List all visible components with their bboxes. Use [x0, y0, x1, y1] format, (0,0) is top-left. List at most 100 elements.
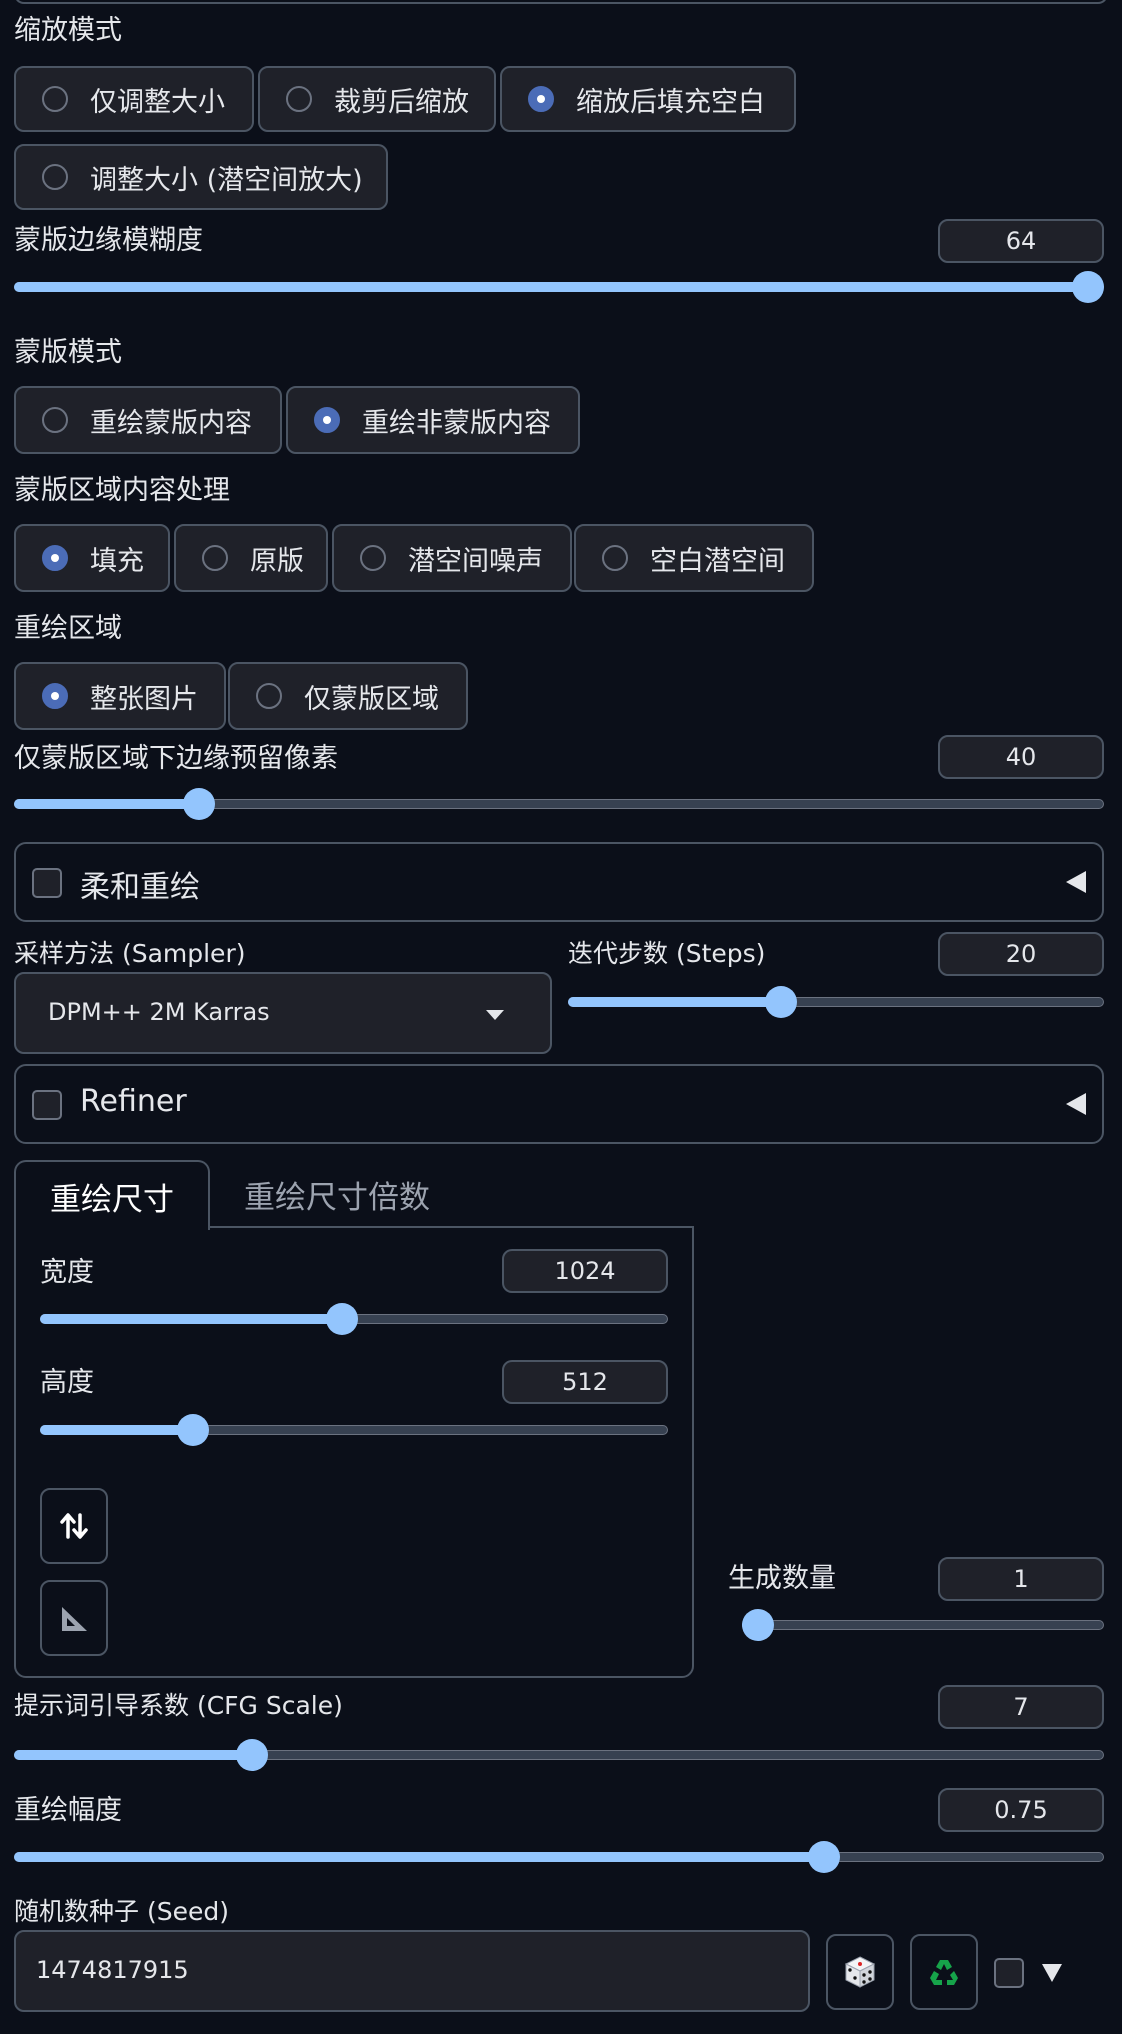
height-label: 高度: [40, 1367, 94, 1398]
slider-thumb[interactable]: [326, 1303, 359, 1335]
height-number[interactable]: 512: [502, 1360, 668, 1404]
slider-thumb[interactable]: [183, 788, 216, 820]
seed-label: 随机数种子 (Seed): [14, 1897, 229, 1926]
radio-whole-picture[interactable]: 整张图片: [14, 662, 226, 730]
slider-thumb[interactable]: [742, 1609, 774, 1641]
swap-dimensions-button[interactable]: [40, 1488, 108, 1564]
inpaint-area-label: 重绘区域: [14, 613, 122, 644]
tab-resize-to[interactable]: 重绘尺寸: [14, 1160, 210, 1230]
radio-circle: [286, 86, 312, 112]
radio-label: 原版: [250, 545, 304, 577]
radio-latent-upscale[interactable]: 调整大小 (潜空间放大): [14, 144, 388, 210]
extra-seed-checkbox[interactable]: [994, 1958, 1024, 1988]
slider-fill: [14, 1852, 824, 1862]
radio-label: 仅蒙版区域: [304, 683, 439, 715]
radio-latent-noise[interactable]: 潜空间噪声: [332, 524, 572, 592]
cfg-scale-number[interactable]: 7: [938, 1685, 1104, 1729]
cfg-scale-slider[interactable]: [14, 1736, 1104, 1776]
radio-label: 潜空间噪声: [408, 545, 543, 577]
padding-slider[interactable]: [14, 785, 1104, 825]
dice-icon: [844, 1956, 876, 1988]
refiner-title: Refiner: [80, 1084, 187, 1119]
slider-fill: [568, 997, 781, 1007]
radio-just-resize[interactable]: 仅调整大小: [14, 66, 254, 132]
radio-inpaint-masked[interactable]: 重绘蒙版内容: [14, 386, 282, 454]
width-slider[interactable]: [40, 1300, 668, 1340]
refiner-accordion[interactable]: Refiner: [14, 1064, 1104, 1144]
random-seed-button[interactable]: [826, 1934, 894, 2010]
slider-fill: [40, 1425, 194, 1435]
radio-crop-and-resize[interactable]: 裁剪后缩放: [258, 66, 496, 132]
radio-label: 空白潜空间: [650, 545, 785, 577]
denoising-slider[interactable]: [14, 1838, 1104, 1878]
radio-label: 整张图片: [90, 683, 198, 715]
radio-label: 重绘蒙版内容: [90, 407, 252, 439]
caret-left-icon[interactable]: [1066, 871, 1086, 893]
radio-circle: [256, 683, 282, 709]
radio-inpaint-not-masked[interactable]: 重绘非蒙版内容: [286, 386, 580, 454]
radio-circle-selected: [42, 545, 68, 571]
width-number[interactable]: 1024: [502, 1249, 668, 1293]
radio-resize-and-fill[interactable]: 缩放后填充空白: [500, 66, 796, 132]
slider-fill: [14, 799, 200, 809]
slider-thumb[interactable]: [807, 1841, 840, 1873]
slider-thumb[interactable]: [1072, 271, 1104, 303]
width-label: 宽度: [40, 1257, 94, 1288]
size-tab-panel: [14, 1226, 694, 1678]
mask-blur-number[interactable]: 64: [938, 219, 1104, 263]
radio-only-masked[interactable]: 仅蒙版区域: [228, 662, 468, 730]
mask-mode-label: 蒙版模式: [14, 337, 122, 368]
padding-label: 仅蒙版区域下边缘预留像素: [14, 743, 338, 774]
radio-circle: [602, 545, 628, 571]
radio-circle-selected: [314, 407, 340, 433]
radio-original[interactable]: 原版: [174, 524, 328, 592]
denoising-label: 重绘幅度: [14, 1795, 122, 1826]
radio-circle-selected: [42, 683, 68, 709]
radio-fill[interactable]: 填充: [14, 524, 170, 592]
steps-number[interactable]: 20: [938, 932, 1104, 976]
mask-blur-slider[interactable]: [14, 268, 1104, 308]
denoising-number[interactable]: 0.75: [938, 1788, 1104, 1832]
radio-circle: [202, 545, 228, 571]
slider-thumb[interactable]: [236, 1739, 269, 1771]
resize-mode-label: 缩放模式: [14, 15, 122, 46]
radio-circle: [360, 545, 386, 571]
cfg-scale-label: 提示词引导系数 (CFG Scale): [14, 1691, 343, 1720]
radio-circle: [42, 86, 68, 112]
batch-count-number[interactable]: 1: [938, 1557, 1104, 1601]
recycle-icon: [930, 1960, 958, 1985]
sampler-label: 采样方法 (Sampler): [14, 939, 246, 968]
radio-latent-nothing[interactable]: 空白潜空间: [574, 524, 814, 592]
soft-inpaint-checkbox[interactable]: [32, 868, 62, 898]
caret-left-icon[interactable]: [1066, 1093, 1086, 1115]
slider-track: [742, 1620, 1104, 1630]
slider-fill: [14, 1750, 253, 1760]
radio-circle: [42, 164, 68, 190]
seed-value: 1474817915: [36, 1956, 189, 1984]
sampler-value: DPM++ 2M Karras: [48, 998, 270, 1026]
tab-label: 重绘尺寸: [50, 1182, 174, 1218]
height-slider[interactable]: [40, 1411, 668, 1451]
slider-thumb[interactable]: [764, 986, 797, 1018]
triangle-down-icon[interactable]: [1042, 1964, 1062, 1982]
reuse-seed-button[interactable]: [910, 1934, 978, 2010]
sampler-dropdown[interactable]: DPM++ 2M Karras: [14, 972, 552, 1054]
padding-number[interactable]: 40: [938, 735, 1104, 779]
tab-resize-by[interactable]: 重绘尺寸倍数: [214, 1160, 454, 1226]
slider-thumb[interactable]: [177, 1414, 210, 1446]
seed-input[interactable]: 1474817915: [14, 1930, 810, 2012]
batch-count-label: 生成数量: [728, 1563, 836, 1594]
steps-slider[interactable]: [568, 983, 1104, 1023]
radio-circle: [42, 407, 68, 433]
tab-label: 重绘尺寸倍数: [244, 1180, 430, 1216]
batch-count-slider[interactable]: [742, 1606, 1104, 1646]
slider-fill: [14, 282, 1088, 292]
slider-fill: [40, 1314, 343, 1324]
soft-inpaint-accordion[interactable]: 柔和重绘: [14, 842, 1104, 922]
aspect-ratio-button[interactable]: [40, 1580, 108, 1656]
mask-blur-label: 蒙版边缘模糊度: [14, 225, 203, 256]
radio-circle-selected: [528, 86, 554, 112]
refiner-checkbox[interactable]: [32, 1090, 62, 1120]
radio-label: 重绘非蒙版内容: [362, 407, 551, 439]
masked-content-label: 蒙版区域内容处理: [14, 475, 230, 506]
